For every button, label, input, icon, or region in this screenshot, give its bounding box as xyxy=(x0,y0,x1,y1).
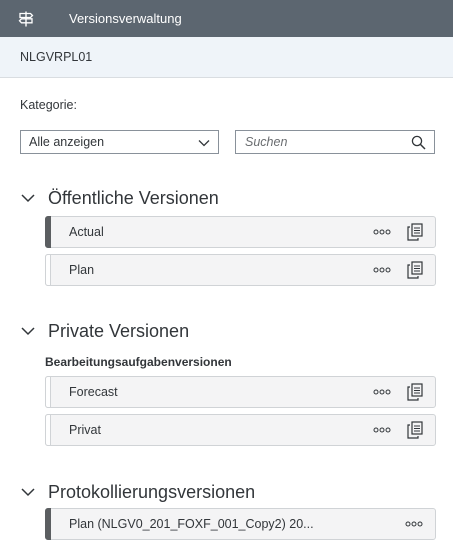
more-options-icon[interactable] xyxy=(373,265,391,275)
version-item-privat[interactable]: Privat xyxy=(45,414,436,446)
version-marker xyxy=(45,508,51,540)
section-public-versions[interactable]: Öffentliche Versionen xyxy=(20,186,219,210)
version-marker xyxy=(45,376,51,408)
more-options-icon[interactable] xyxy=(405,519,423,529)
search-input[interactable] xyxy=(245,135,395,149)
section-title: Private Versionen xyxy=(48,320,190,341)
version-name: Forecast xyxy=(69,385,118,399)
search-field[interactable] xyxy=(235,130,435,154)
subgroup-label: Bearbeitungsaufgabenversionen xyxy=(45,355,232,369)
version-item-plan[interactable]: Plan xyxy=(45,254,436,286)
expand-chevron-icon[interactable] xyxy=(20,484,36,500)
signpost-icon xyxy=(17,10,35,28)
copy-icon[interactable] xyxy=(407,223,423,241)
section-title: Öffentliche Versionen xyxy=(48,187,219,208)
version-name: Privat xyxy=(69,423,101,437)
category-select-value: Alle anzeigen xyxy=(29,135,105,149)
version-item-forecast[interactable]: Forecast xyxy=(45,376,436,408)
copy-icon[interactable] xyxy=(407,421,423,439)
version-marker xyxy=(45,414,51,446)
copy-icon[interactable] xyxy=(407,383,423,401)
category-label: Kategorie: xyxy=(20,98,77,112)
model-name-bar: NLGVRPL01 xyxy=(0,37,453,78)
panel-title: Versionsverwaltung xyxy=(69,11,182,26)
section-log-versions[interactable]: Protokollierungsversionen xyxy=(20,480,255,504)
version-name: Plan xyxy=(69,263,95,277)
model-name: NLGVRPL01 xyxy=(20,50,93,64)
search-icon[interactable] xyxy=(411,135,426,155)
copy-icon[interactable] xyxy=(407,261,423,279)
version-management-panel: Versionsverwaltung NLGVRPL01 Kategorie: … xyxy=(0,0,453,555)
section-title: Protokollierungsversionen xyxy=(48,481,256,502)
chevron-down-icon[interactable] xyxy=(198,137,210,152)
section-private-versions[interactable]: Private Versionen xyxy=(20,319,189,343)
more-options-icon[interactable] xyxy=(373,425,391,435)
more-options-icon[interactable] xyxy=(373,227,391,237)
version-item-plan-log[interactable]: Plan (NLGV0_201_FOXF_001_Copy2) 20... xyxy=(45,508,436,540)
expand-chevron-icon[interactable] xyxy=(20,190,36,206)
version-marker xyxy=(45,216,51,248)
version-marker xyxy=(45,254,51,286)
title-bar: Versionsverwaltung xyxy=(0,0,453,37)
category-select[interactable]: Alle anzeigen xyxy=(20,130,219,154)
more-options-icon[interactable] xyxy=(373,387,391,397)
expand-chevron-icon[interactable] xyxy=(20,323,36,339)
version-item-actual[interactable]: Actual xyxy=(45,216,436,248)
version-name: Plan (NLGV0_201_FOXF_001_Copy2) 20... xyxy=(69,517,314,531)
version-name: Actual xyxy=(69,225,104,239)
